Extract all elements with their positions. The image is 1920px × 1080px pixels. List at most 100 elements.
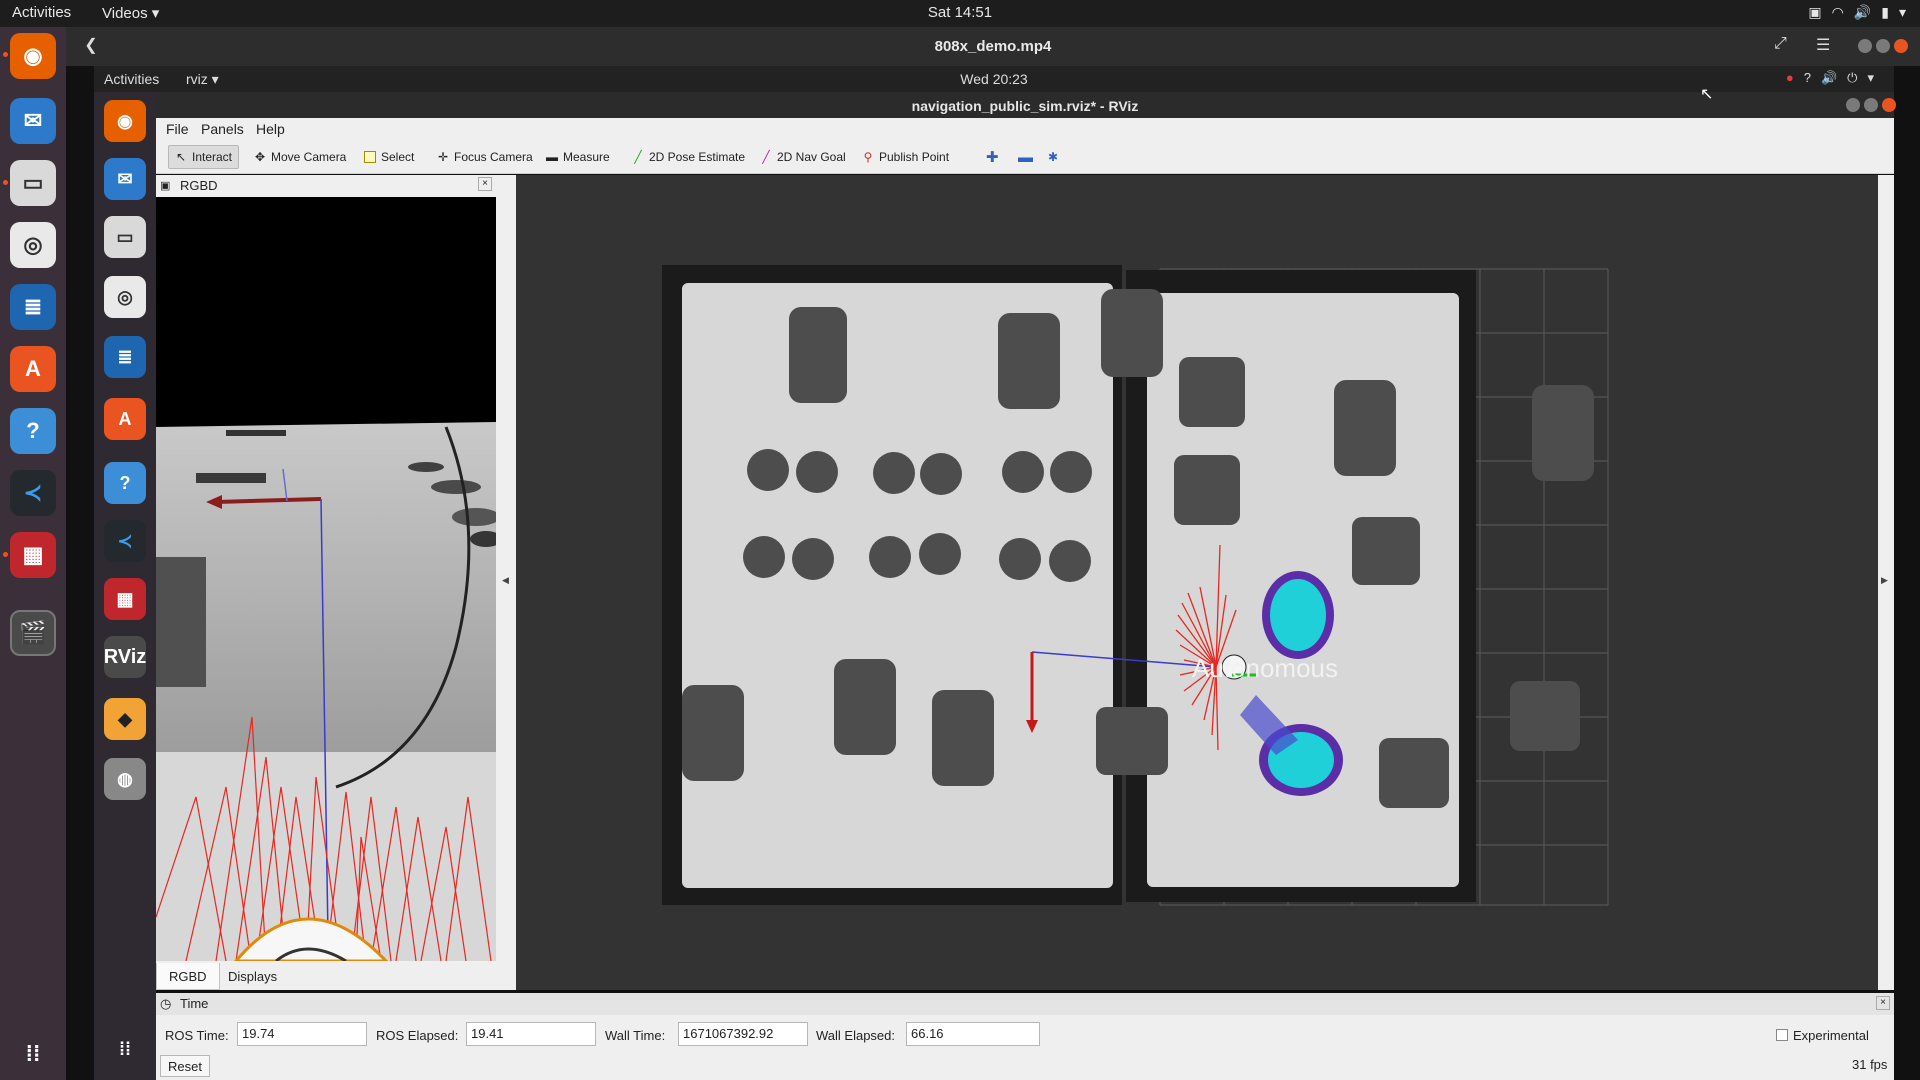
gear-icon: ✱	[1048, 150, 1059, 164]
tool-bar: ↖ Interact ✥ Move Camera Select ✛ Focus …	[156, 140, 1894, 174]
wall-time-label: Wall Time:	[605, 1028, 666, 1043]
tool-select[interactable]: Select	[358, 145, 420, 169]
ros-elapsed-field[interactable]: 19.41	[466, 1022, 596, 1046]
software-icon[interactable]: A	[104, 398, 146, 440]
cursor-icon: ↖	[175, 150, 187, 164]
collapse-left-icon: ◀	[502, 575, 509, 585]
videos-icon[interactable]: 🎬	[10, 610, 56, 656]
experimental-label: Experimental	[1793, 1028, 1869, 1043]
gazebo-icon[interactable]: ◆	[104, 698, 146, 740]
rviz-window-title: navigation_public_sim.rviz* - RViz	[911, 98, 1139, 114]
tool-label: Move Camera	[271, 150, 347, 164]
rgbd-camera-view[interactable]	[156, 197, 496, 961]
show-apps-icon[interactable]: ⁞⁞	[10, 1031, 56, 1077]
inner-dock: ◉ ✉ ▭ ◎ ≣ A ? ≺ ▦ RViz ◆ ◍ ⁞⁞	[94, 92, 156, 1080]
ros-time-label: ROS Time:	[165, 1028, 229, 1043]
close-panel-button[interactable]: ×	[478, 177, 492, 191]
add-tool-button[interactable]: ✚	[980, 145, 1005, 169]
firefox-icon[interactable]: ◉	[10, 33, 56, 79]
running-indicator	[3, 180, 8, 185]
tab-displays[interactable]: Displays	[216, 963, 289, 990]
menu-bar: File Panels Help	[156, 118, 1894, 140]
panel-splitter[interactable]: ◀	[496, 175, 516, 990]
help-icon[interactable]: ?	[10, 408, 56, 454]
close-panel-button[interactable]: ×	[1876, 996, 1890, 1010]
rviz-icon[interactable]: RViz	[104, 636, 146, 678]
files-icon[interactable]: ▭	[10, 160, 56, 206]
close-button[interactable]	[1894, 39, 1908, 53]
vscode-icon[interactable]: ≺	[104, 520, 146, 562]
reset-button[interactable]: Reset	[160, 1055, 210, 1077]
camera-icon: ▣	[1808, 4, 1822, 20]
thunderbird-icon[interactable]: ✉	[10, 98, 56, 144]
rhythmbox-icon[interactable]: ◎	[10, 222, 56, 268]
app-red-icon[interactable]: ▦	[10, 532, 56, 578]
minus-icon: ▬	[1018, 148, 1033, 166]
chevron-down-icon: ▾	[1898, 4, 1906, 20]
tool-publish-point[interactable]: ⚲ Publish Point	[856, 145, 955, 169]
menu-file[interactable]: File	[166, 121, 189, 137]
remove-tool-button[interactable]: ▬	[1012, 145, 1039, 169]
help-icon[interactable]: ?	[104, 462, 146, 504]
files-icon[interactable]: ▭	[104, 216, 146, 258]
record-icon: ●	[1785, 70, 1794, 85]
wall-time-field[interactable]: 1671067392.92	[678, 1022, 808, 1046]
player-title: 808x_demo.mp4	[934, 38, 1052, 55]
maximize-button[interactable]	[1876, 39, 1890, 53]
show-apps-icon[interactable]: ⁞⁞	[104, 1028, 146, 1070]
plus-icon: ✚	[986, 149, 999, 166]
rviz-title-bar: navigation_public_sim.rviz* - RViz	[156, 92, 1896, 118]
rgbd-panel-title: RGBD	[180, 178, 218, 193]
tool-properties-button[interactable]: ✱	[1042, 145, 1064, 169]
map-3d-view[interactable]: Autonomous	[516, 175, 1878, 990]
wifi-icon: ◠	[1831, 4, 1844, 20]
minimize-button[interactable]	[1858, 39, 1872, 53]
tool-2d-pose-estimate[interactable]: ╱ 2D Pose Estimate	[626, 145, 751, 169]
mouse-cursor-icon: ↖	[1700, 86, 1714, 103]
inner-clock: Wed 20:23	[960, 71, 1028, 87]
tool-interact[interactable]: ↖ Interact	[168, 145, 240, 169]
tab-rgbd[interactable]: RGBD	[156, 963, 220, 990]
volume-icon: 🔊	[1820, 70, 1838, 85]
writer-icon[interactable]: ≣	[10, 284, 56, 330]
clock-icon: ◷	[160, 996, 172, 1011]
tool-move-camera[interactable]: ✥ Move Camera	[248, 145, 352, 169]
battery-icon: ▮	[1881, 4, 1889, 20]
outer-top-bar: Activities Videos ▾ Sat 14:51 ▣ ◠ 🔊 ▮ ▾	[0, 0, 1920, 27]
time-panel-title: Time	[180, 996, 209, 1011]
tool-focus-camera[interactable]: ✛ Focus Camera	[431, 145, 539, 169]
app-grey-icon[interactable]: ◍	[104, 758, 146, 800]
menu-help[interactable]: Help	[256, 121, 285, 137]
right-splitter[interactable]: ▶	[1878, 175, 1894, 990]
running-indicator	[3, 52, 8, 57]
software-icon[interactable]: A	[10, 346, 56, 392]
tool-2d-nav-goal[interactable]: ╱ 2D Nav Goal	[754, 145, 852, 169]
firefox-icon[interactable]: ◉	[104, 100, 146, 142]
rhythmbox-icon[interactable]: ◎	[104, 276, 146, 318]
menu-panels[interactable]: Panels	[201, 121, 244, 137]
collapse-right-icon: ▶	[1881, 575, 1888, 585]
wall-elapsed-field[interactable]: 66.16	[906, 1022, 1040, 1046]
tool-label: Interact	[192, 150, 233, 164]
ros-time-field[interactable]: 19.74	[237, 1022, 367, 1046]
vscode-icon[interactable]: ≺	[10, 470, 56, 516]
tool-measure[interactable]: ▬ Measure	[540, 145, 616, 169]
rgbd-panel: ▣ RGBD × RGBD Displays	[156, 175, 496, 990]
volume-icon: 🔊	[1853, 4, 1872, 20]
close-button[interactable]	[1882, 98, 1896, 112]
writer-icon[interactable]: ≣	[104, 336, 146, 378]
fullscreen-icon[interactable]: ⤢	[1774, 35, 1787, 53]
minimize-button[interactable]	[1846, 98, 1860, 112]
inner-system-tray: ● ? 🔊 ⏻ ▾	[1786, 70, 1874, 86]
tool-label: Publish Point	[879, 150, 950, 164]
clock[interactable]: Sat 14:51	[0, 4, 1920, 21]
power-icon: ⏻	[1847, 70, 1858, 85]
thunderbird-icon[interactable]: ✉	[104, 158, 146, 200]
app-red-icon[interactable]: ▦	[104, 578, 146, 620]
move-icon: ✥	[254, 150, 266, 164]
time-panel-header: ◷ Time ×	[156, 993, 1894, 1015]
menu-icon[interactable]: ☰	[1816, 35, 1830, 55]
experimental-checkbox[interactable]	[1776, 1029, 1788, 1041]
maximize-button[interactable]	[1864, 98, 1878, 112]
system-tray[interactable]: ▣ ◠ 🔊 ▮ ▾	[1808, 4, 1906, 21]
